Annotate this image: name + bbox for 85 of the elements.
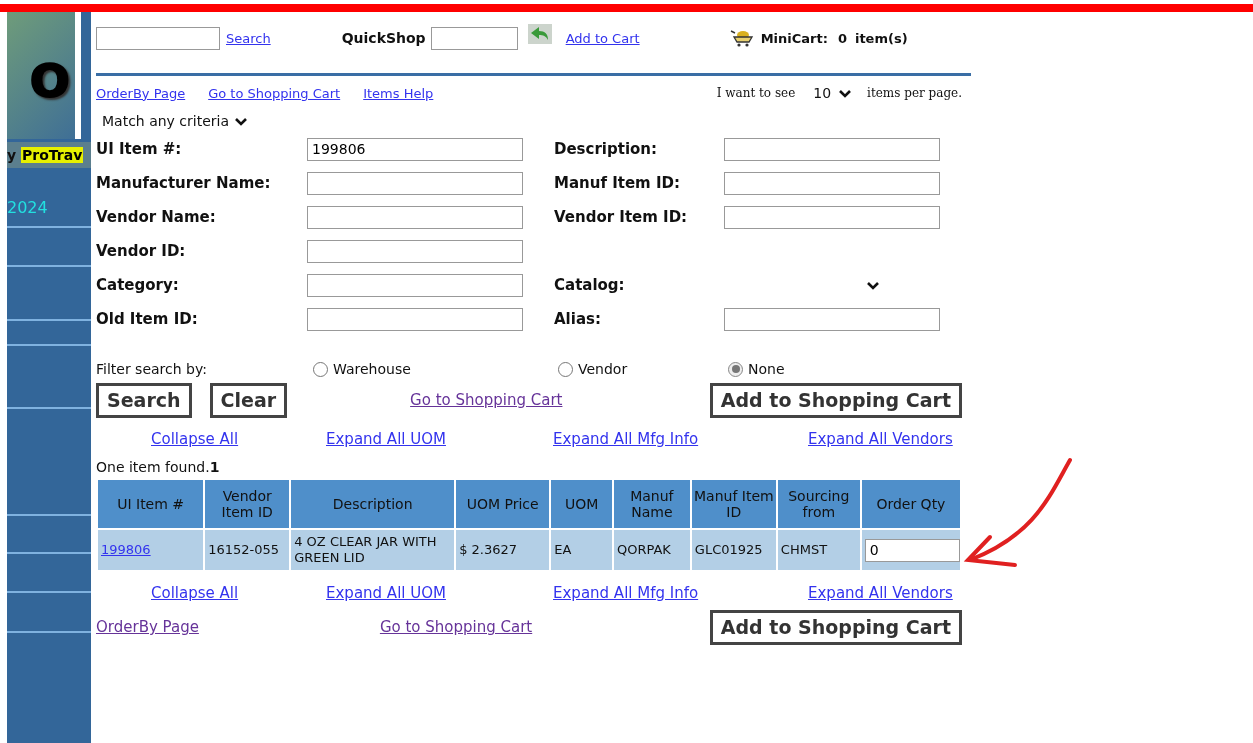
- search-link[interactable]: Search: [226, 30, 271, 46]
- column-header: UOM: [551, 480, 612, 528]
- add-to-cart-button[interactable]: Add to Shopping Cart: [709, 382, 962, 418]
- expand-link[interactable]: Expand All Vendors: [808, 584, 953, 602]
- orderby-link[interactable]: OrderBy Page: [96, 618, 199, 636]
- column-header: UOM Price: [456, 480, 550, 528]
- field-label: Alias:: [554, 310, 602, 328]
- minicart-unit: item(s): [854, 30, 908, 46]
- chevron-down-icon[interactable]: [867, 280, 879, 290]
- field-label: Manuf Item ID:: [554, 174, 681, 192]
- field-label: UI Item #:: [96, 140, 183, 158]
- tagline-text: y: [7, 147, 17, 163]
- text-field[interactable]: [307, 273, 523, 297]
- text-field[interactable]: [724, 171, 940, 195]
- search-field[interactable]: [96, 26, 220, 50]
- expand-link[interactable]: Expand All UOM: [326, 430, 553, 448]
- order-qty-field[interactable]: 0: [864, 538, 960, 562]
- text-field[interactable]: [724, 205, 940, 229]
- logo: o: [7, 12, 81, 139]
- expand-link[interactable]: Expand All Mfg Info: [553, 430, 808, 448]
- text-field[interactable]: [307, 307, 523, 331]
- chevron-down-icon[interactable]: [235, 116, 248, 126]
- column-header: Vendor Item ID: [205, 480, 290, 528]
- expand-link[interactable]: Expand All Vendors: [808, 430, 953, 448]
- table-cell: $ 2.3627: [456, 530, 550, 570]
- table-cell: EA: [551, 530, 612, 570]
- clear-button[interactable]: Clear: [209, 382, 288, 418]
- radio-label: Warehouse: [333, 361, 411, 377]
- nav-link[interactable]: Go to Shopping Cart: [208, 85, 341, 101]
- expand-link[interactable]: Collapse All: [151, 430, 326, 448]
- text-field[interactable]: [307, 239, 523, 263]
- column-header: Order Qty: [861, 480, 960, 528]
- table-cell: GLC01925: [691, 530, 776, 570]
- per-page-text: items per page.: [867, 86, 962, 100]
- field-label: Catalog:: [554, 276, 626, 294]
- table-cell: QORPAK: [613, 530, 690, 570]
- text-field[interactable]: [307, 205, 523, 229]
- radio-label: None: [748, 361, 785, 377]
- add-to-cart-link[interactable]: Add to Cart: [565, 30, 640, 46]
- text-field[interactable]: [307, 171, 523, 195]
- text-field[interactable]: 199806: [307, 137, 523, 161]
- field-label: Old Item ID:: [96, 310, 199, 328]
- expand-link[interactable]: Expand All UOM: [326, 584, 553, 602]
- match-mode-select[interactable]: Match any criteria: [102, 113, 230, 129]
- radio-button[interactable]: [728, 361, 743, 377]
- nav-link[interactable]: Items Help: [363, 85, 434, 101]
- basket-icon[interactable]: [729, 29, 754, 47]
- shopping-cart-link[interactable]: Go to Shopping Cart: [410, 391, 563, 409]
- per-page-select[interactable]: 10: [813, 85, 832, 101]
- result-count-text: One item found.1: [96, 459, 220, 475]
- column-header: Manuf Name: [613, 480, 690, 528]
- shopping-cart-link[interactable]: Go to Shopping Cart: [379, 618, 533, 636]
- field-label: Description:: [554, 140, 658, 158]
- table-cell: 4 OZ CLEAR JAR WITH GREEN LID: [291, 530, 455, 570]
- text-field[interactable]: [724, 137, 940, 161]
- nav-link[interactable]: OrderBy Page: [96, 85, 186, 101]
- filter-label: Filter search by:: [96, 361, 208, 377]
- column-header: Manuf Item ID: [691, 480, 776, 528]
- field-label: Manufacturer Name:: [96, 174, 272, 192]
- chevron-down-icon[interactable]: [839, 88, 852, 98]
- column-header: UI Item #: [98, 480, 204, 528]
- radio-button[interactable]: [313, 361, 328, 377]
- field-label: Category:: [96, 276, 180, 294]
- text-field[interactable]: [724, 307, 940, 331]
- item-link[interactable]: 199806: [101, 542, 151, 558]
- table-cell: CHMST: [777, 530, 860, 570]
- field-label: Vendor Name:: [96, 208, 217, 226]
- table-cell: 16152-055: [205, 530, 290, 570]
- add-to-cart-button[interactable]: Add to Shopping Cart: [709, 609, 962, 645]
- tagline-highlight: ProTrav: [21, 147, 84, 163]
- column-header: Sourcing from: [777, 480, 860, 528]
- radio-label: Vendor: [578, 361, 628, 377]
- radio-button[interactable]: [558, 361, 573, 377]
- search-button[interactable]: Search: [96, 382, 192, 418]
- minicart-count: 0: [837, 30, 847, 46]
- column-header: Description: [291, 480, 455, 528]
- quickshop-field[interactable]: [430, 26, 518, 50]
- expand-link[interactable]: Collapse All: [151, 584, 326, 602]
- minicart-label: MiniCart:: [760, 30, 828, 46]
- quickshop-label: QuickShop: [341, 30, 426, 46]
- expand-link[interactable]: Expand All Mfg Info: [553, 584, 808, 602]
- per-page-text: I want to see: [716, 86, 796, 100]
- year-text: 2024: [7, 198, 48, 217]
- field-label: Vendor ID:: [96, 242, 187, 260]
- field-label: Vendor Item ID:: [554, 208, 689, 226]
